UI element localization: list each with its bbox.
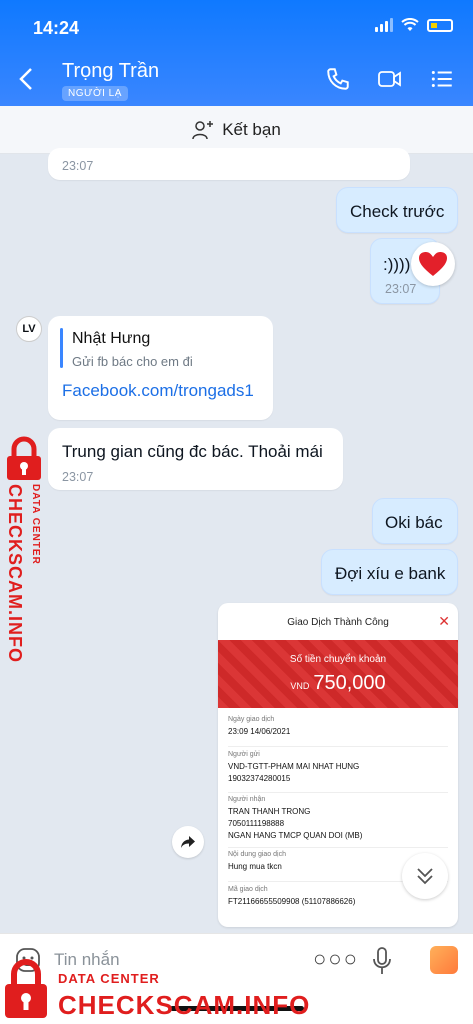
- status-icons: [375, 18, 453, 32]
- message-bubble[interactable]: Nhật Hưng Gửi fb bác cho em đi Facebook.…: [48, 316, 273, 420]
- receipt-key: Người nhận: [228, 796, 266, 803]
- padlock-icon: [5, 959, 47, 1018]
- reply-quote-text: Gửi fb bác cho em đi: [72, 354, 193, 369]
- receipt-amount-panel: Số tiền chuyển khoản VND 750,000: [218, 640, 458, 708]
- signal-icon: [375, 18, 393, 32]
- receipt-value: TRAN THANH TRONG: [228, 807, 311, 816]
- receipt-row-date: Ngày giao dịch 23:09 14/06/2021: [228, 716, 448, 747]
- reply-quote-bar: [60, 328, 63, 368]
- amount-label: Số tiền chuyển khoản: [289, 654, 387, 665]
- receipt-value: 7050111198888: [228, 819, 285, 828]
- message-bubble[interactable]: Check trước: [336, 187, 458, 233]
- add-friend-bar[interactable]: Kết bạn: [0, 106, 473, 154]
- sender-avatar[interactable]: LV: [16, 316, 42, 342]
- watermark-subtext: DATA CENTER: [30, 484, 41, 565]
- battery-icon: [427, 18, 453, 32]
- receipt-value: 23:09 14/06/2021: [228, 727, 291, 736]
- wifi-icon: [401, 18, 419, 31]
- receipt-title: Giao Dịch Thành Công: [287, 617, 389, 628]
- share-arrow-icon: [181, 836, 195, 848]
- watermark-text: CHECKSCAM.INFO: [5, 484, 25, 663]
- image-gallery-icon[interactable]: [430, 946, 458, 974]
- watermark-text: CHECKSCAM.INFO: [58, 990, 311, 1020]
- microphone-icon[interactable]: [371, 946, 393, 976]
- amount-value: VND 750,000: [218, 672, 458, 695]
- message-bubble[interactable]: Đợi xíu e bank: [321, 549, 458, 595]
- message-time: 23:07: [62, 470, 94, 484]
- message-text: :)))): [383, 255, 411, 274]
- watermark-subtext: DATA CENTER: [58, 971, 160, 986]
- scroll-down-button[interactable]: [402, 853, 448, 899]
- amount: 750,000: [313, 672, 386, 694]
- close-icon: ✕: [438, 613, 450, 629]
- chat-header: 14:24 Trọng Trần NGƯỜI LẠ: [0, 0, 473, 106]
- menu-list-button[interactable]: [429, 66, 455, 92]
- receipt-key: Người gửi: [228, 751, 260, 758]
- add-friend-label: Kết bạn: [222, 119, 281, 139]
- receipt-key: Ngày giao dịch: [228, 716, 275, 723]
- receipt-row-sender: Người gửi VND-TGTT-PHAM MAI NHAT HUNG 19…: [228, 751, 448, 793]
- video-call-button[interactable]: [377, 66, 403, 92]
- status-time: 14:24: [33, 18, 80, 38]
- message-time: 23:07: [62, 159, 94, 173]
- receipt-value: VND-TGTT-PHAM MAI NHAT HUNG: [228, 762, 360, 771]
- message-input[interactable]: Tin nhắn: [54, 950, 120, 970]
- padlock-icon: [7, 436, 41, 480]
- reply-quote-name: Nhật Hưng: [72, 330, 151, 347]
- phone-call-button[interactable]: [325, 66, 351, 92]
- message-text: Đợi xíu e bank: [335, 564, 446, 583]
- message-text: Check trước: [350, 202, 445, 221]
- header-actions: [325, 66, 455, 92]
- heart-reaction[interactable]: [411, 242, 455, 286]
- message-bubble[interactable]: Trung gian cũng đc bác. Thoải mái 23:07: [48, 428, 343, 490]
- message-text: Trung gian cũng đc bác. Thoải mái: [62, 442, 323, 461]
- heart-icon: [419, 252, 447, 276]
- currency: VND: [290, 681, 310, 691]
- double-chevron-down-icon: [417, 868, 433, 885]
- back-button[interactable]: [18, 66, 34, 99]
- receipt-value: 19032374280015: [228, 774, 291, 783]
- chevron-left-icon: [19, 68, 32, 90]
- message-bubble[interactable]: 23:07: [48, 148, 410, 180]
- message-bubble[interactable]: Oki bác: [372, 498, 458, 544]
- more-options-button[interactable]: ○○○: [313, 946, 359, 972]
- message-time: 23:07: [385, 282, 417, 296]
- receipt-value: NGAN HANG TMCP QUAN DOI (MB): [228, 831, 363, 840]
- receipt-value: FT21166655509908 (51107886626): [228, 897, 356, 906]
- forward-button[interactable]: [172, 826, 204, 858]
- contact-name[interactable]: Trọng Trần: [62, 60, 159, 83]
- message-link[interactable]: Facebook.com/trongads1: [62, 381, 254, 401]
- receipt-row-receiver: Người nhận TRAN THANH TRONG 705011119888…: [228, 796, 448, 848]
- stranger-badge: NGƯỜI LẠ: [62, 86, 128, 101]
- add-user-icon: [192, 120, 214, 139]
- message-text: Oki bác: [385, 513, 443, 532]
